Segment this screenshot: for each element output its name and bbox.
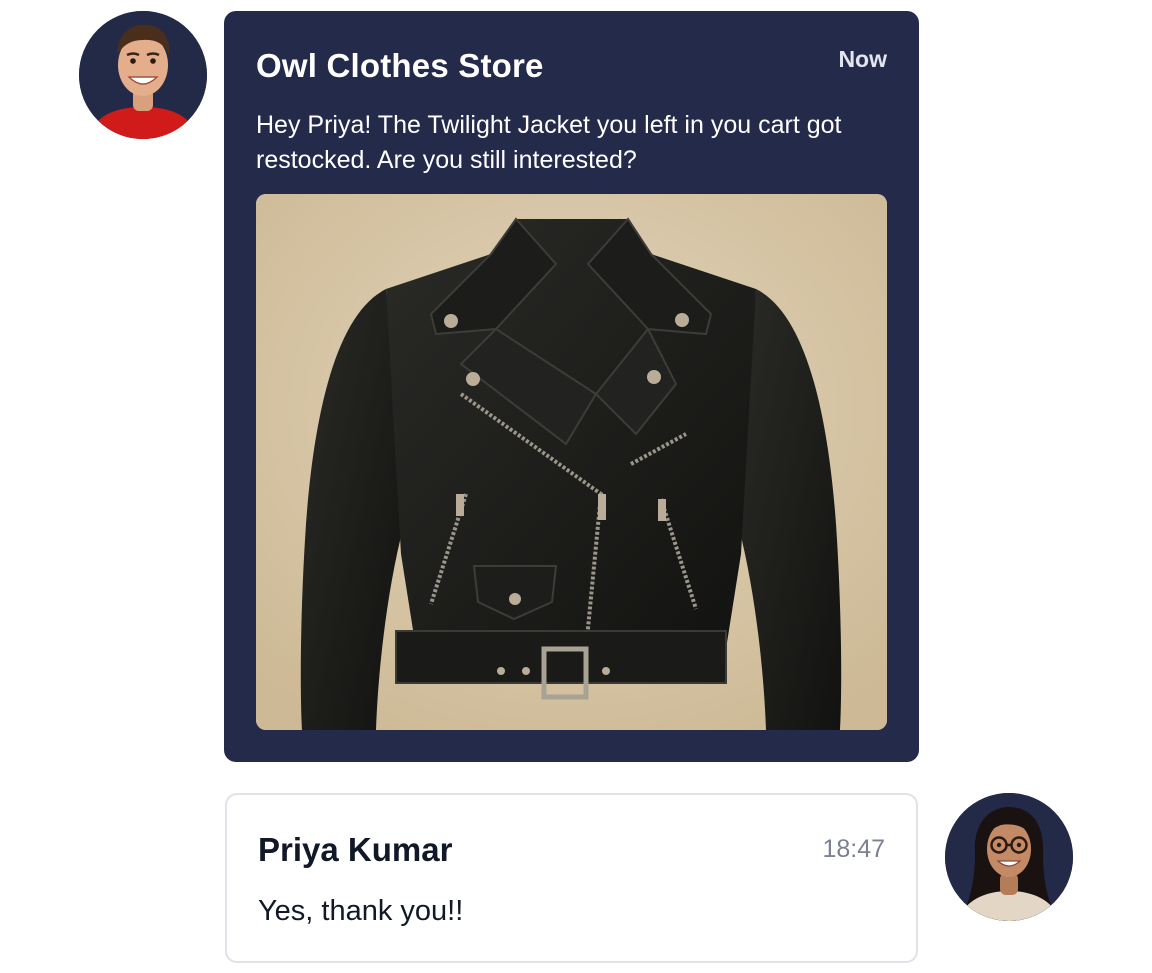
store-message: Owl Clothes Store Now: [224, 11, 919, 762]
customer-avatar[interactable]: [945, 793, 1073, 921]
message-time: 18:47: [822, 835, 885, 863]
store-agent-avatar[interactable]: [79, 11, 207, 139]
customer-message: Priya Kumar 18:47 Yes, thank you!!: [225, 793, 918, 963]
message-text: Yes, thank you!!: [258, 895, 464, 927]
message-time: Now: [838, 46, 887, 72]
chat-thread: Owl Clothes Store Now Hey Priya! The Twi…: [0, 0, 1152, 973]
sender-name: Priya Kumar: [258, 831, 453, 868]
sender-name: Owl Clothes Store: [256, 47, 544, 84]
man-portrait-icon: [79, 11, 207, 139]
message-header: Owl Clothes Store Now: [256, 11, 887, 111]
woman-portrait-icon: [945, 793, 1073, 921]
